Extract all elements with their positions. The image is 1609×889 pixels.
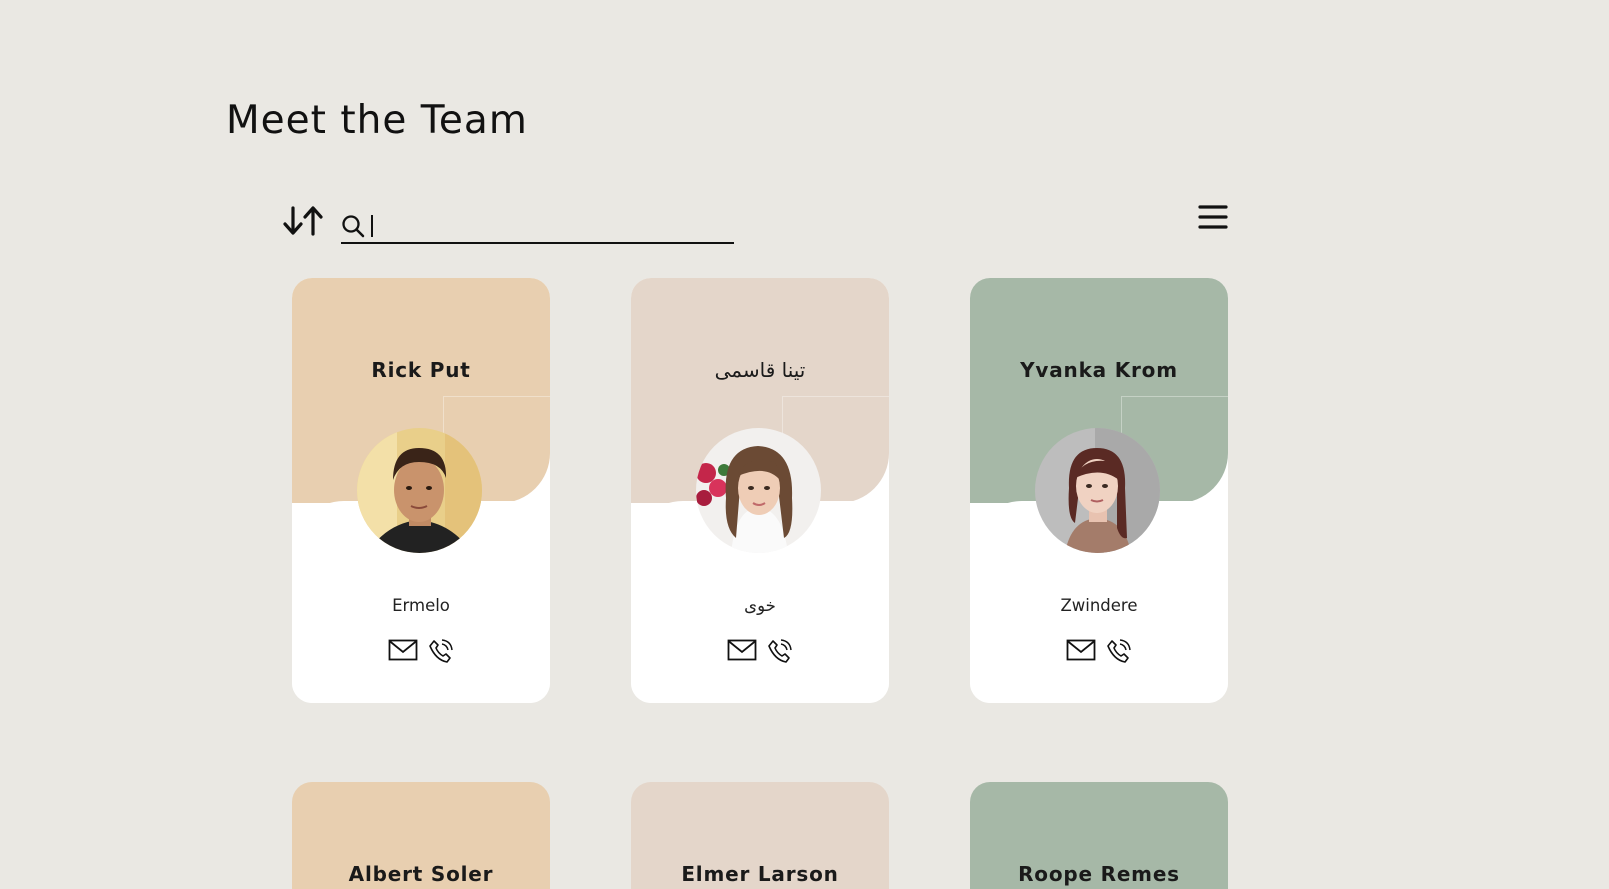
- member-name: Rick Put: [371, 358, 471, 382]
- team-card[interactable]: تینا قاسمی خوی: [631, 278, 889, 703]
- member-name: Elmer Larson: [681, 862, 839, 886]
- sort-arrows-icon: [283, 206, 323, 236]
- member-avatar: [357, 428, 482, 553]
- member-avatar: [696, 428, 821, 553]
- email-icon[interactable]: [388, 638, 418, 668]
- team-card[interactable]: Elmer Larson: [631, 782, 889, 889]
- hamburger-menu-icon: [1198, 205, 1228, 229]
- team-card[interactable]: Roope Remes: [970, 782, 1228, 889]
- search-box[interactable]: [341, 198, 734, 244]
- member-name: تینا قاسمی: [714, 358, 806, 382]
- phone-icon[interactable]: [1106, 638, 1132, 668]
- team-card[interactable]: Albert Soler: [292, 782, 550, 889]
- team-card[interactable]: Yvanka Krom Zwindere: [970, 278, 1228, 703]
- phone-icon[interactable]: [767, 638, 793, 668]
- member-city: Ermelo: [392, 596, 450, 615]
- toolbar: [283, 198, 1228, 246]
- page-title: Meet the Team: [226, 98, 528, 143]
- member-name: Yvanka Krom: [1020, 358, 1178, 382]
- email-icon[interactable]: [727, 638, 757, 668]
- text-cursor: [371, 215, 373, 237]
- search-icon: [342, 215, 365, 238]
- sort-button[interactable]: [283, 204, 327, 238]
- contact-actions: [970, 638, 1228, 668]
- phone-icon[interactable]: [428, 638, 454, 668]
- member-name: Roope Remes: [1018, 862, 1180, 886]
- member-name: Albert Soler: [348, 862, 494, 886]
- team-card[interactable]: Rick Put Ermelo: [292, 278, 550, 703]
- member-city: Zwindere: [1060, 596, 1138, 615]
- member-city: خوی: [744, 596, 776, 615]
- search-input[interactable]: [369, 210, 729, 240]
- contact-actions: [631, 638, 889, 668]
- email-icon[interactable]: [1066, 638, 1096, 668]
- contact-actions: [292, 638, 550, 668]
- member-avatar: [1035, 428, 1160, 553]
- menu-button[interactable]: [1198, 202, 1228, 232]
